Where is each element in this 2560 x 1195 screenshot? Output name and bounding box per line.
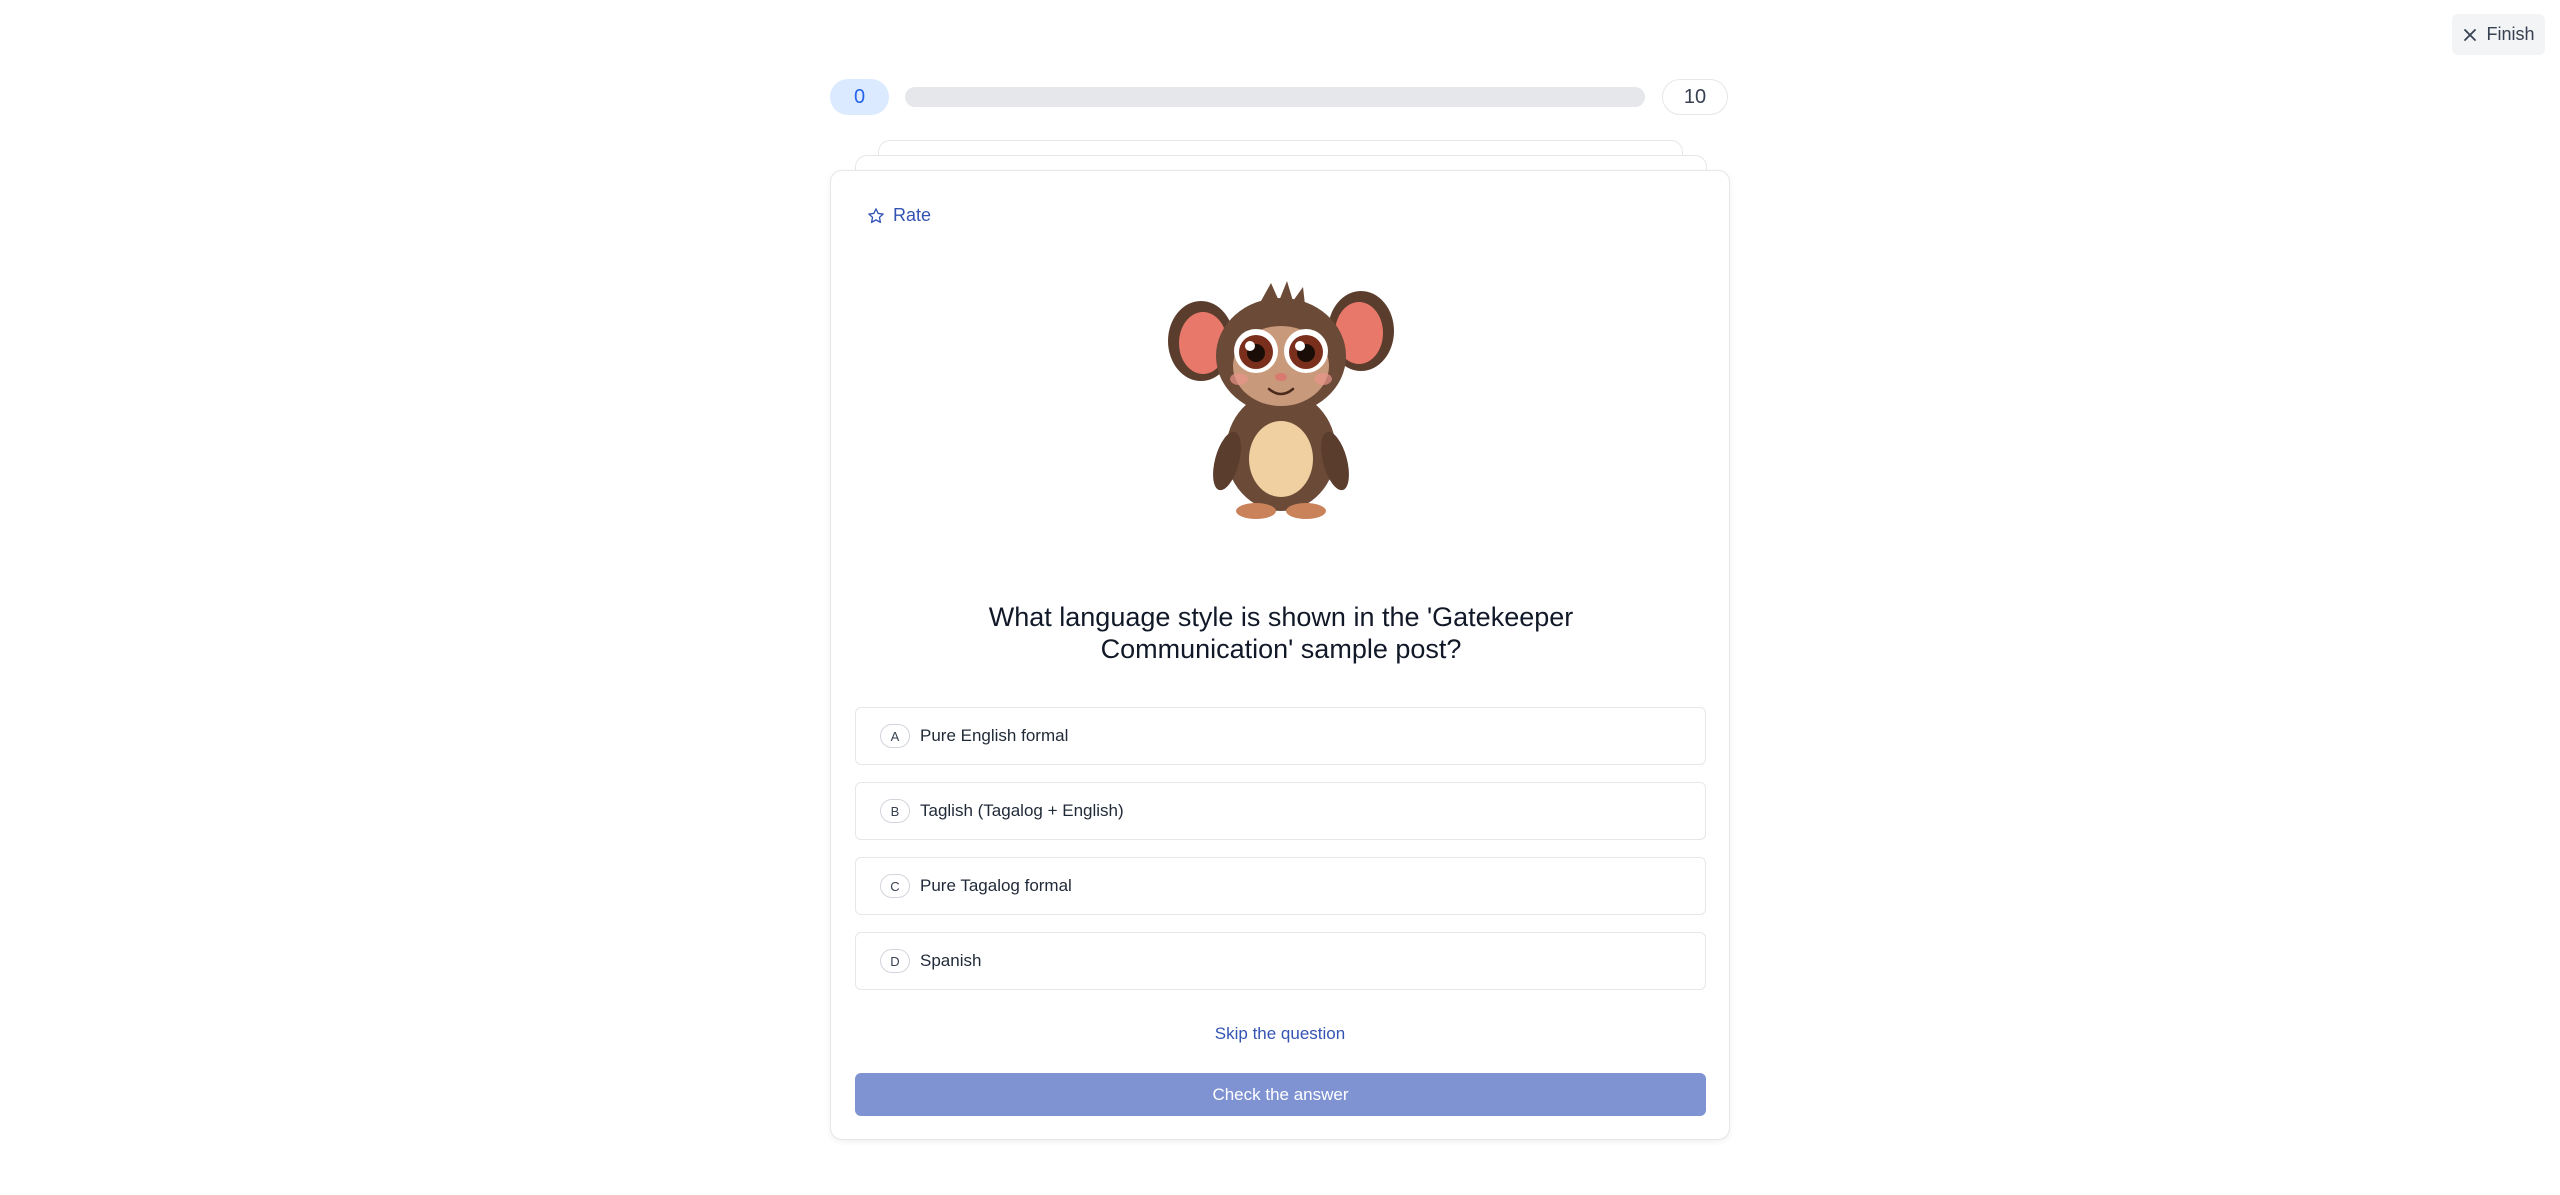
rate-button[interactable]: Rate: [867, 205, 931, 226]
progress-track: [905, 87, 1645, 107]
progress-bar: 0 10: [830, 79, 1730, 115]
option-letter: A: [880, 724, 910, 748]
star-icon: [868, 207, 884, 223]
check-answer-button[interactable]: Check the answer: [855, 1073, 1706, 1116]
option-text: Pure English formal: [920, 726, 1069, 745]
option-letter: D: [880, 949, 910, 973]
option-c[interactable]: C Pure Tagalog formal: [855, 857, 1706, 915]
progress-current: 0: [830, 79, 889, 115]
option-b[interactable]: B Taglish (Tagalog + English): [855, 782, 1706, 840]
close-icon: [2464, 28, 2477, 41]
skip-question-button[interactable]: Skip the question: [831, 1024, 1729, 1044]
option-d[interactable]: D Spanish: [855, 932, 1706, 990]
option-text: Pure Tagalog formal: [920, 876, 1072, 895]
finish-button[interactable]: Finish: [2452, 14, 2545, 55]
option-letter: C: [880, 874, 910, 898]
option-letter: B: [880, 799, 910, 823]
finish-label: Finish: [2486, 24, 2535, 44]
tarsier-mascot: [1168, 281, 1394, 519]
progress-total: 10: [1662, 79, 1728, 115]
option-text: Taglish (Tagalog + English): [920, 801, 1124, 820]
rate-label: Rate: [893, 205, 932, 225]
question-text: What language style is shown in the 'Gat…: [988, 602, 1574, 664]
option-a[interactable]: A Pure English formal: [855, 707, 1706, 765]
option-text: Spanish: [920, 951, 982, 970]
question-card: Rate What language style is shown in the…: [830, 170, 1730, 1140]
